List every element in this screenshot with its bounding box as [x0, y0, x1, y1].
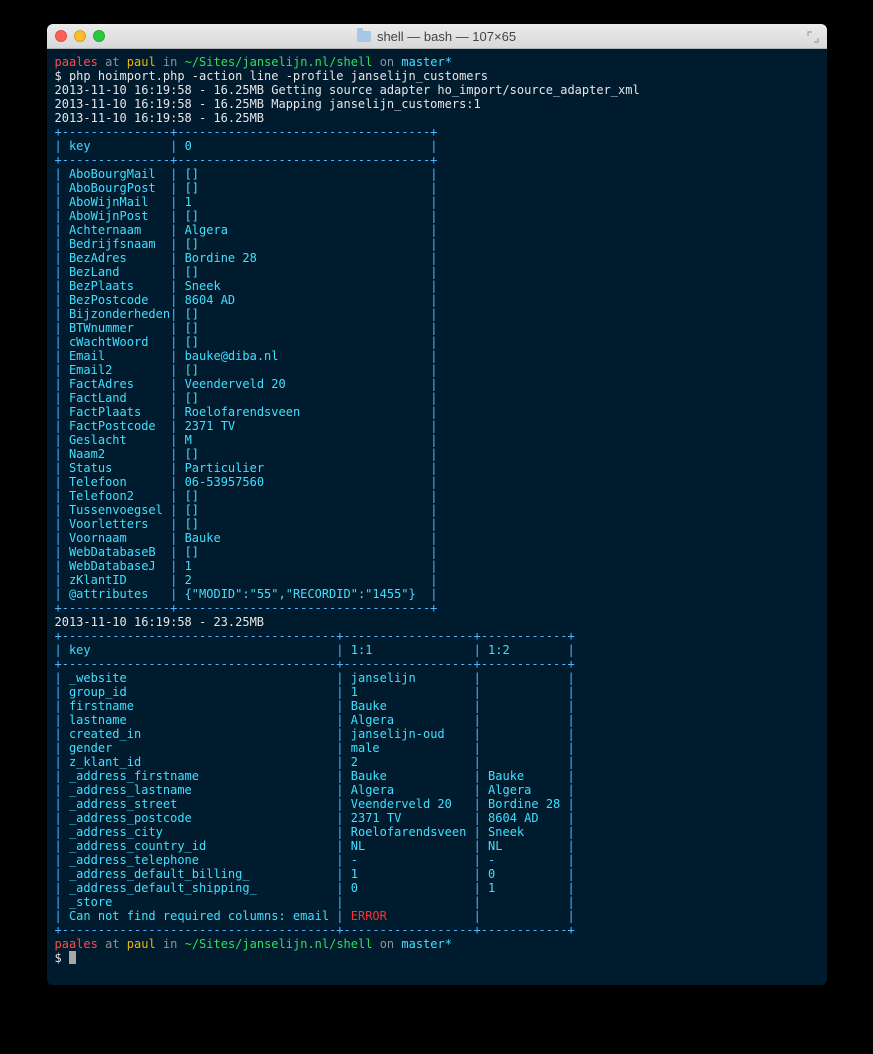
terminal-window: shell — bash — 107×65 paales at paul in …	[47, 24, 827, 985]
terminal-body[interactable]: paales at paul in ~/Sites/janselijn.nl/s…	[47, 49, 827, 985]
titlebar[interactable]: shell — bash — 107×65	[47, 24, 827, 49]
folder-icon	[357, 31, 371, 42]
expand-icon[interactable]	[807, 30, 819, 42]
close-icon[interactable]	[55, 30, 67, 42]
window-title: shell — bash — 107×65	[377, 29, 516, 44]
cursor	[69, 951, 76, 964]
window-title-group: shell — bash — 107×65	[357, 29, 516, 44]
window-controls	[55, 30, 105, 42]
minimize-icon[interactable]	[74, 30, 86, 42]
zoom-icon[interactable]	[93, 30, 105, 42]
